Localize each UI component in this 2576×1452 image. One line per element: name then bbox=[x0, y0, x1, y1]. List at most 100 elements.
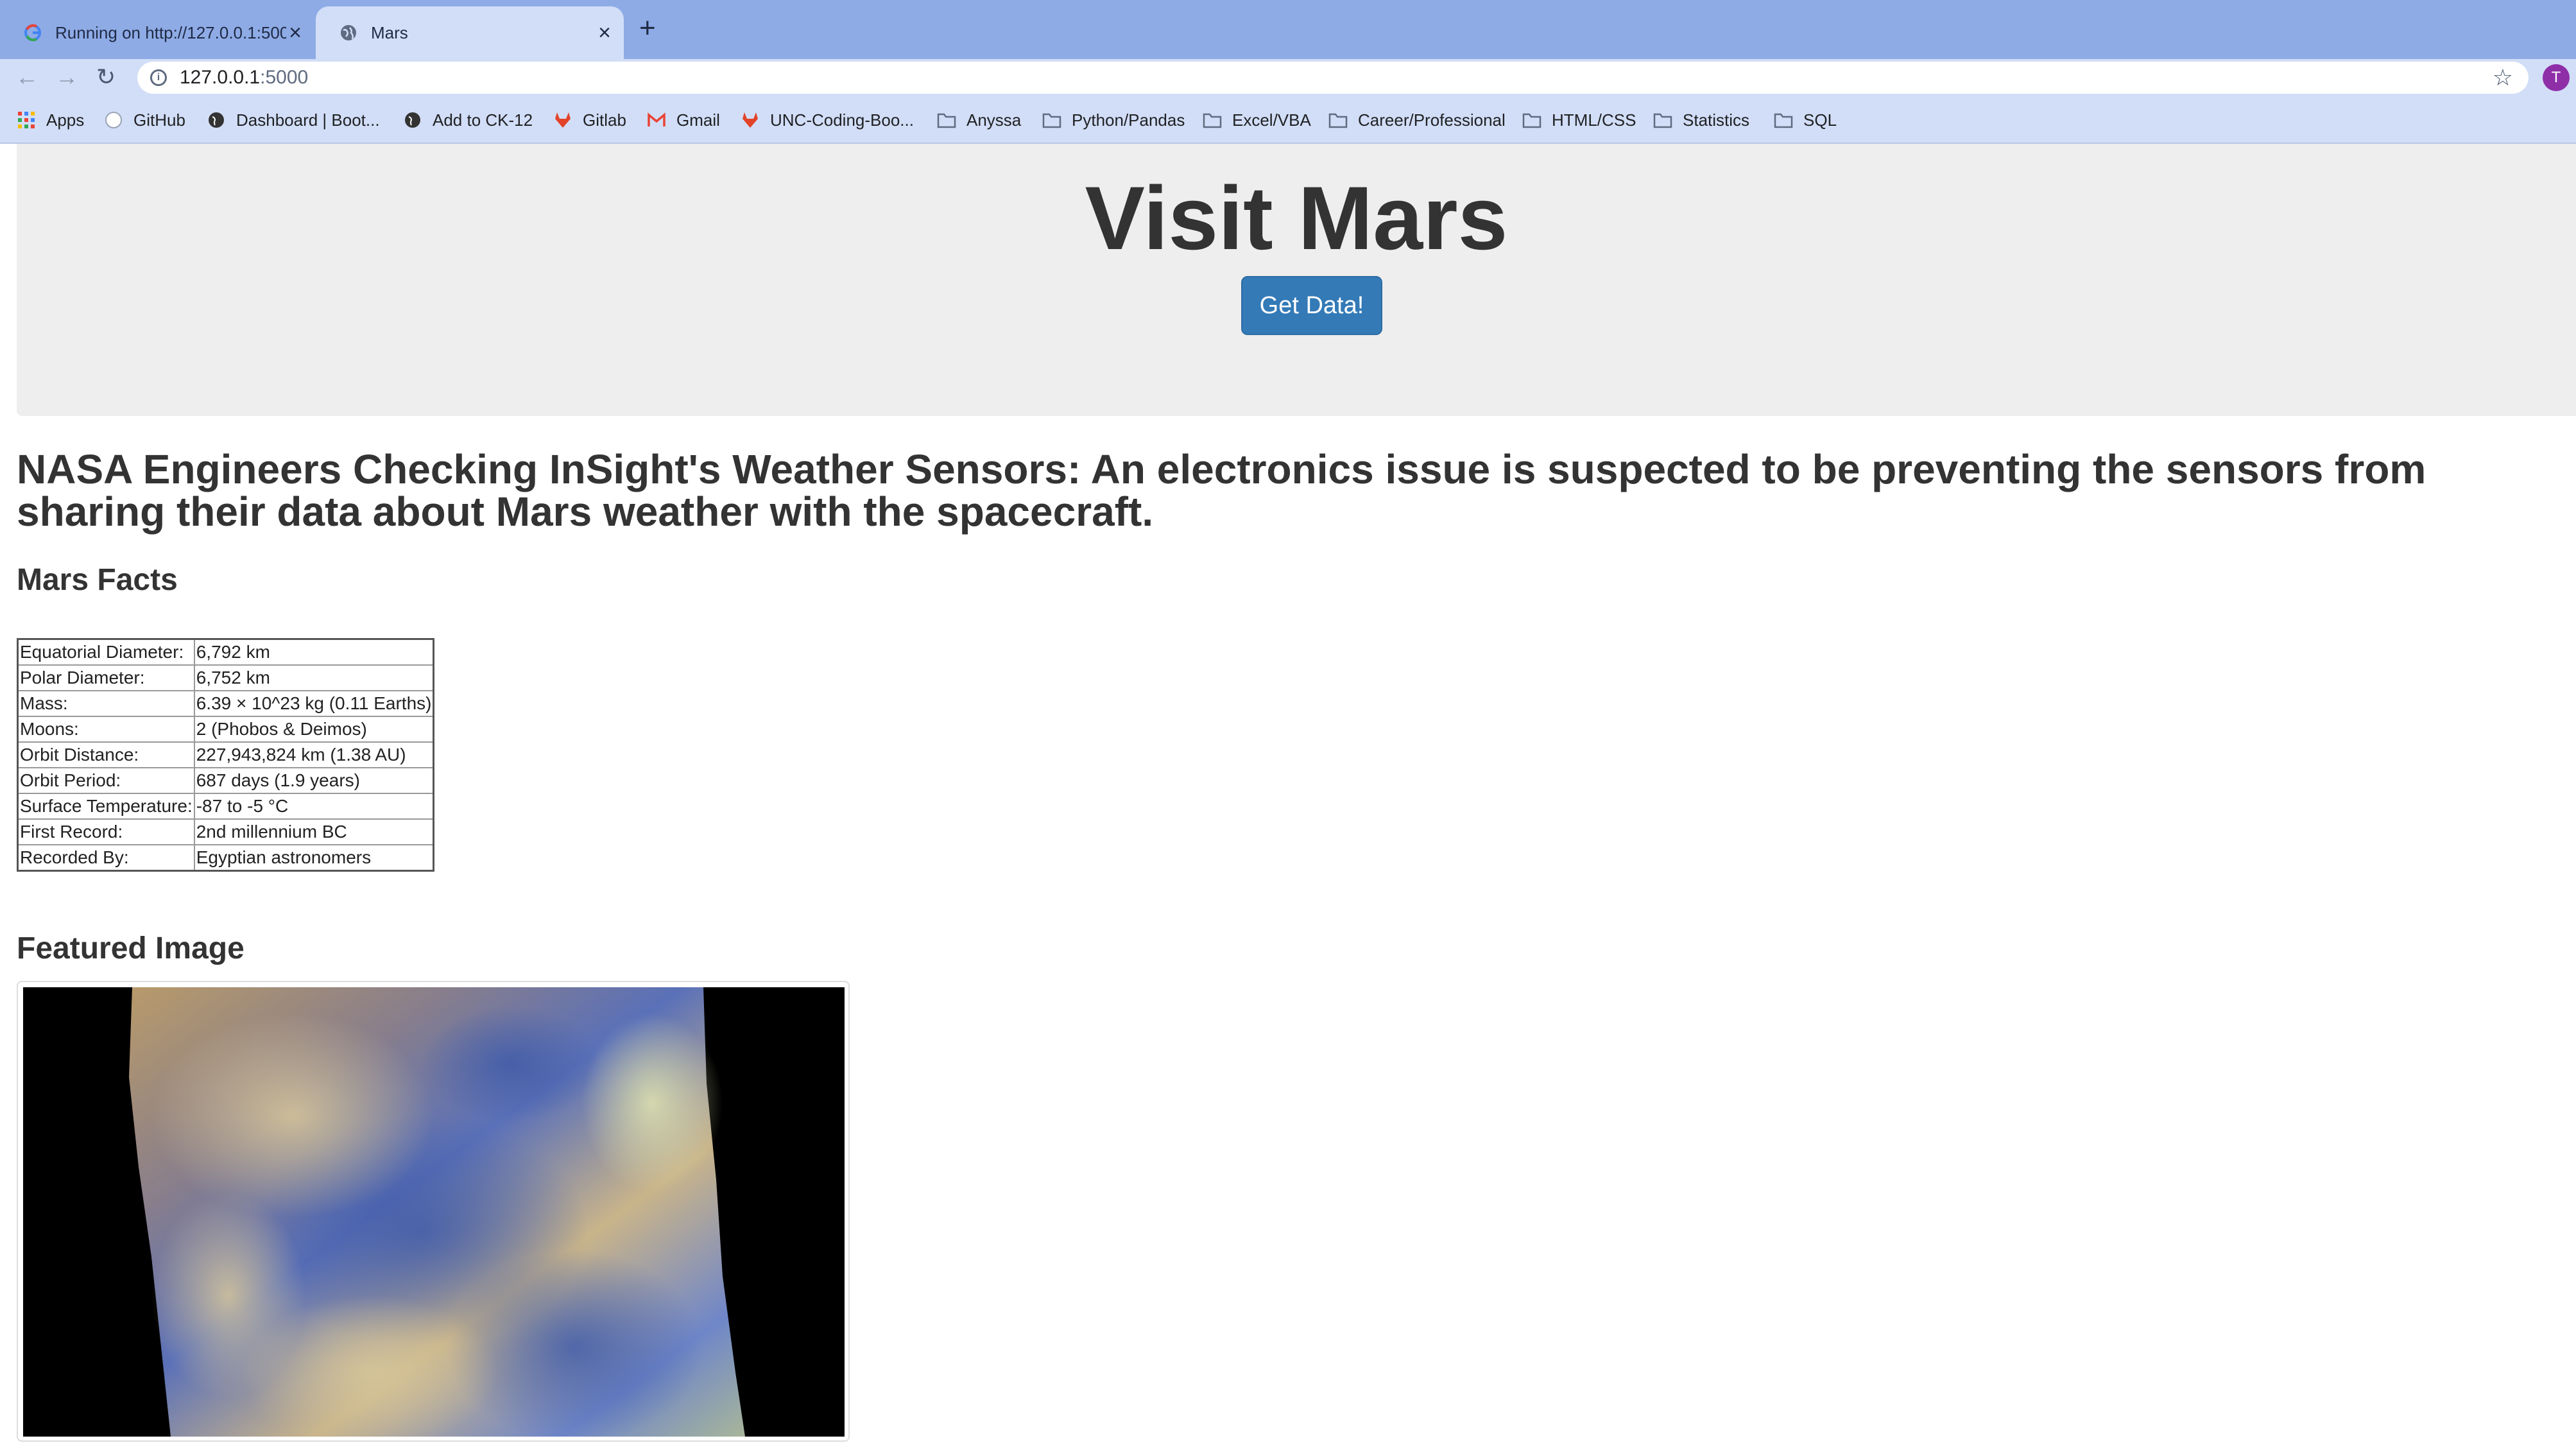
bookmark-label: Add to CK-12 bbox=[433, 110, 533, 130]
page-title: Visit Mars bbox=[1085, 168, 1508, 268]
folder-icon bbox=[1203, 110, 1222, 130]
fact-value: 227,943,824 km (1.38 AU) bbox=[193, 741, 434, 768]
bookmark-label: Gmail bbox=[676, 110, 720, 130]
fact-label: Orbit Period: bbox=[17, 767, 195, 794]
featured-image bbox=[17, 981, 850, 1442]
table-row: Orbit Distance: 227,943,824 km (1.38 AU) bbox=[17, 741, 434, 768]
fact-label: First Record: bbox=[17, 818, 195, 845]
fact-label: Surface Temperature: bbox=[17, 793, 195, 820]
bookmark-folder-html-css[interactable]: HTML/CSS bbox=[1522, 109, 1636, 131]
folder-icon bbox=[1774, 110, 1793, 130]
bookmark-folder-anyssa[interactable]: Anyssa bbox=[937, 109, 1021, 131]
table-row: Moons: 2 (Phobos & Deimos) bbox=[17, 716, 434, 743]
bookmark-label: GitHub bbox=[133, 110, 185, 130]
fact-value: -87 to -5 °C bbox=[193, 793, 434, 820]
globe-icon bbox=[339, 23, 358, 42]
bookmark-label: SQL bbox=[1803, 110, 1837, 130]
fact-value: 2 (Phobos & Deimos) bbox=[193, 716, 434, 743]
get-data-button[interactable]: Get Data! bbox=[1241, 276, 1382, 335]
table-row: Polar Diameter: 6,752 km bbox=[17, 664, 434, 691]
tab-strip: Running on http://127.0.0.1:5000 × Mars … bbox=[0, 0, 2576, 59]
facts-heading: Mars Facts bbox=[17, 563, 178, 597]
info-icon[interactable]: i bbox=[150, 69, 167, 86]
jumbotron: Visit Mars Get Data! bbox=[17, 144, 2576, 416]
bookmark-label: HTML/CSS bbox=[1552, 110, 1636, 130]
fact-label: Recorded By: bbox=[17, 844, 195, 872]
new-tab-icon[interactable]: + bbox=[639, 14, 656, 42]
fact-value: 6,752 km bbox=[193, 664, 434, 691]
bookmark-star-icon[interactable]: ☆ bbox=[2493, 64, 2513, 91]
table-row: Equatorial Diameter: 6,792 km bbox=[17, 638, 434, 666]
mars-facts-table: Equatorial Diameter: 6,792 km Polar Diame… bbox=[17, 638, 435, 872]
forward-icon[interactable]: → bbox=[55, 63, 78, 91]
folder-icon bbox=[1042, 110, 1061, 130]
bookmark-apps[interactable]: Apps bbox=[17, 109, 84, 131]
bookmark-dashboard[interactable]: Dashboard | Boot... bbox=[207, 109, 380, 131]
folder-icon bbox=[1328, 110, 1348, 130]
globe-icon bbox=[403, 110, 422, 130]
table-row: Surface Temperature: -87 to -5 °C bbox=[17, 793, 434, 820]
bookmark-label: Apps bbox=[46, 110, 85, 130]
browser-toolbar: ← → ↻ i 127.0.0.1:5000 ☆ bbox=[0, 59, 2576, 96]
back-icon[interactable]: ← bbox=[15, 63, 39, 91]
fact-value: 687 days (1.9 years) bbox=[193, 767, 434, 794]
address-bar[interactable]: i 127.0.0.1:5000 ☆ bbox=[137, 62, 2529, 94]
bookmark-folder-statistics[interactable]: Statistics bbox=[1653, 109, 1749, 131]
tab-mars[interactable]: Mars × bbox=[316, 6, 624, 59]
bookmark-label: Career/Professional bbox=[1358, 110, 1506, 130]
mars-surface-image bbox=[23, 987, 845, 1437]
fact-value: 2nd millennium BC bbox=[193, 818, 434, 845]
gmail-icon bbox=[647, 110, 666, 130]
folder-icon bbox=[1522, 110, 1541, 130]
apps-grid-icon bbox=[17, 110, 36, 130]
bookmark-gmail[interactable]: Gmail bbox=[647, 109, 720, 131]
bookmark-folder-python-pandas[interactable]: Python/Pandas bbox=[1042, 109, 1185, 131]
tab-title: Running on http://127.0.0.1:5000 bbox=[55, 22, 286, 42]
google-icon bbox=[23, 23, 42, 42]
tab-running-on[interactable]: Running on http://127.0.0.1:5000 × bbox=[0, 6, 314, 59]
bookmark-label: Excel/VBA bbox=[1232, 110, 1311, 130]
bookmarks-bar: Apps GitHub Dashboard | Boot... Add to C… bbox=[0, 96, 2576, 144]
folder-icon bbox=[1653, 110, 1672, 130]
fact-value: 6.39 × 10^23 kg (0.11 Earths) bbox=[193, 690, 434, 717]
fact-value: 6,792 km bbox=[193, 638, 434, 666]
bookmark-label: Python/Pandas bbox=[1072, 110, 1185, 130]
gitlab-icon bbox=[553, 110, 572, 130]
profile-avatar[interactable]: T bbox=[2543, 64, 2570, 91]
bookmark-label: UNC-Coding-Boo... bbox=[770, 110, 914, 130]
close-icon[interactable]: × bbox=[289, 22, 302, 44]
fact-label: Orbit Distance: bbox=[17, 741, 195, 768]
url-port: :5000 bbox=[260, 67, 309, 88]
bookmark-label: Dashboard | Boot... bbox=[236, 110, 380, 130]
featured-image-heading: Featured Image bbox=[17, 931, 245, 965]
table-row: Recorded By: Egyptian astronomers bbox=[17, 844, 434, 872]
close-icon[interactable]: × bbox=[598, 22, 611, 44]
bookmark-folder-sql[interactable]: SQL bbox=[1774, 109, 1837, 131]
table-row: Mass: 6.39 × 10^23 kg (0.11 Earths) bbox=[17, 690, 434, 717]
url-host: 127.0.0.1 bbox=[180, 67, 261, 88]
tab-title: Mars bbox=[371, 22, 408, 42]
table-row: Orbit Period: 687 days (1.9 years) bbox=[17, 767, 434, 794]
bookmark-label: Gitlab bbox=[583, 110, 626, 130]
news-title: NASA Engineers Checking InSight's Weathe… bbox=[17, 446, 2426, 535]
fact-label: Mass: bbox=[17, 690, 195, 717]
globe-icon bbox=[207, 110, 226, 130]
gitlab-icon bbox=[741, 110, 760, 130]
bookmark-folder-career[interactable]: Career/Professional bbox=[1328, 109, 1506, 131]
bookmark-github[interactable]: GitHub bbox=[104, 109, 185, 131]
fact-label: Moons: bbox=[17, 716, 195, 743]
bookmark-label: Anyssa bbox=[966, 110, 1022, 130]
reload-icon[interactable]: ↻ bbox=[96, 63, 116, 91]
table-row: First Record: 2nd millennium BC bbox=[17, 818, 434, 845]
bookmark-ck12[interactable]: Add to CK-12 bbox=[403, 109, 533, 131]
fact-label: Equatorial Diameter: bbox=[17, 638, 195, 666]
url-text: 127.0.0.1:5000 bbox=[180, 67, 308, 89]
bookmark-folder-excel-vba[interactable]: Excel/VBA bbox=[1203, 109, 1311, 131]
fact-label: Polar Diameter: bbox=[17, 664, 195, 691]
fact-value: Egyptian astronomers bbox=[193, 844, 434, 872]
bookmark-gitlab[interactable]: Gitlab bbox=[553, 109, 626, 131]
github-icon bbox=[104, 110, 123, 130]
bookmark-unc-coding[interactable]: UNC-Coding-Boo... bbox=[741, 109, 914, 131]
bookmark-label: Statistics bbox=[1683, 110, 1750, 130]
folder-icon bbox=[937, 110, 956, 130]
